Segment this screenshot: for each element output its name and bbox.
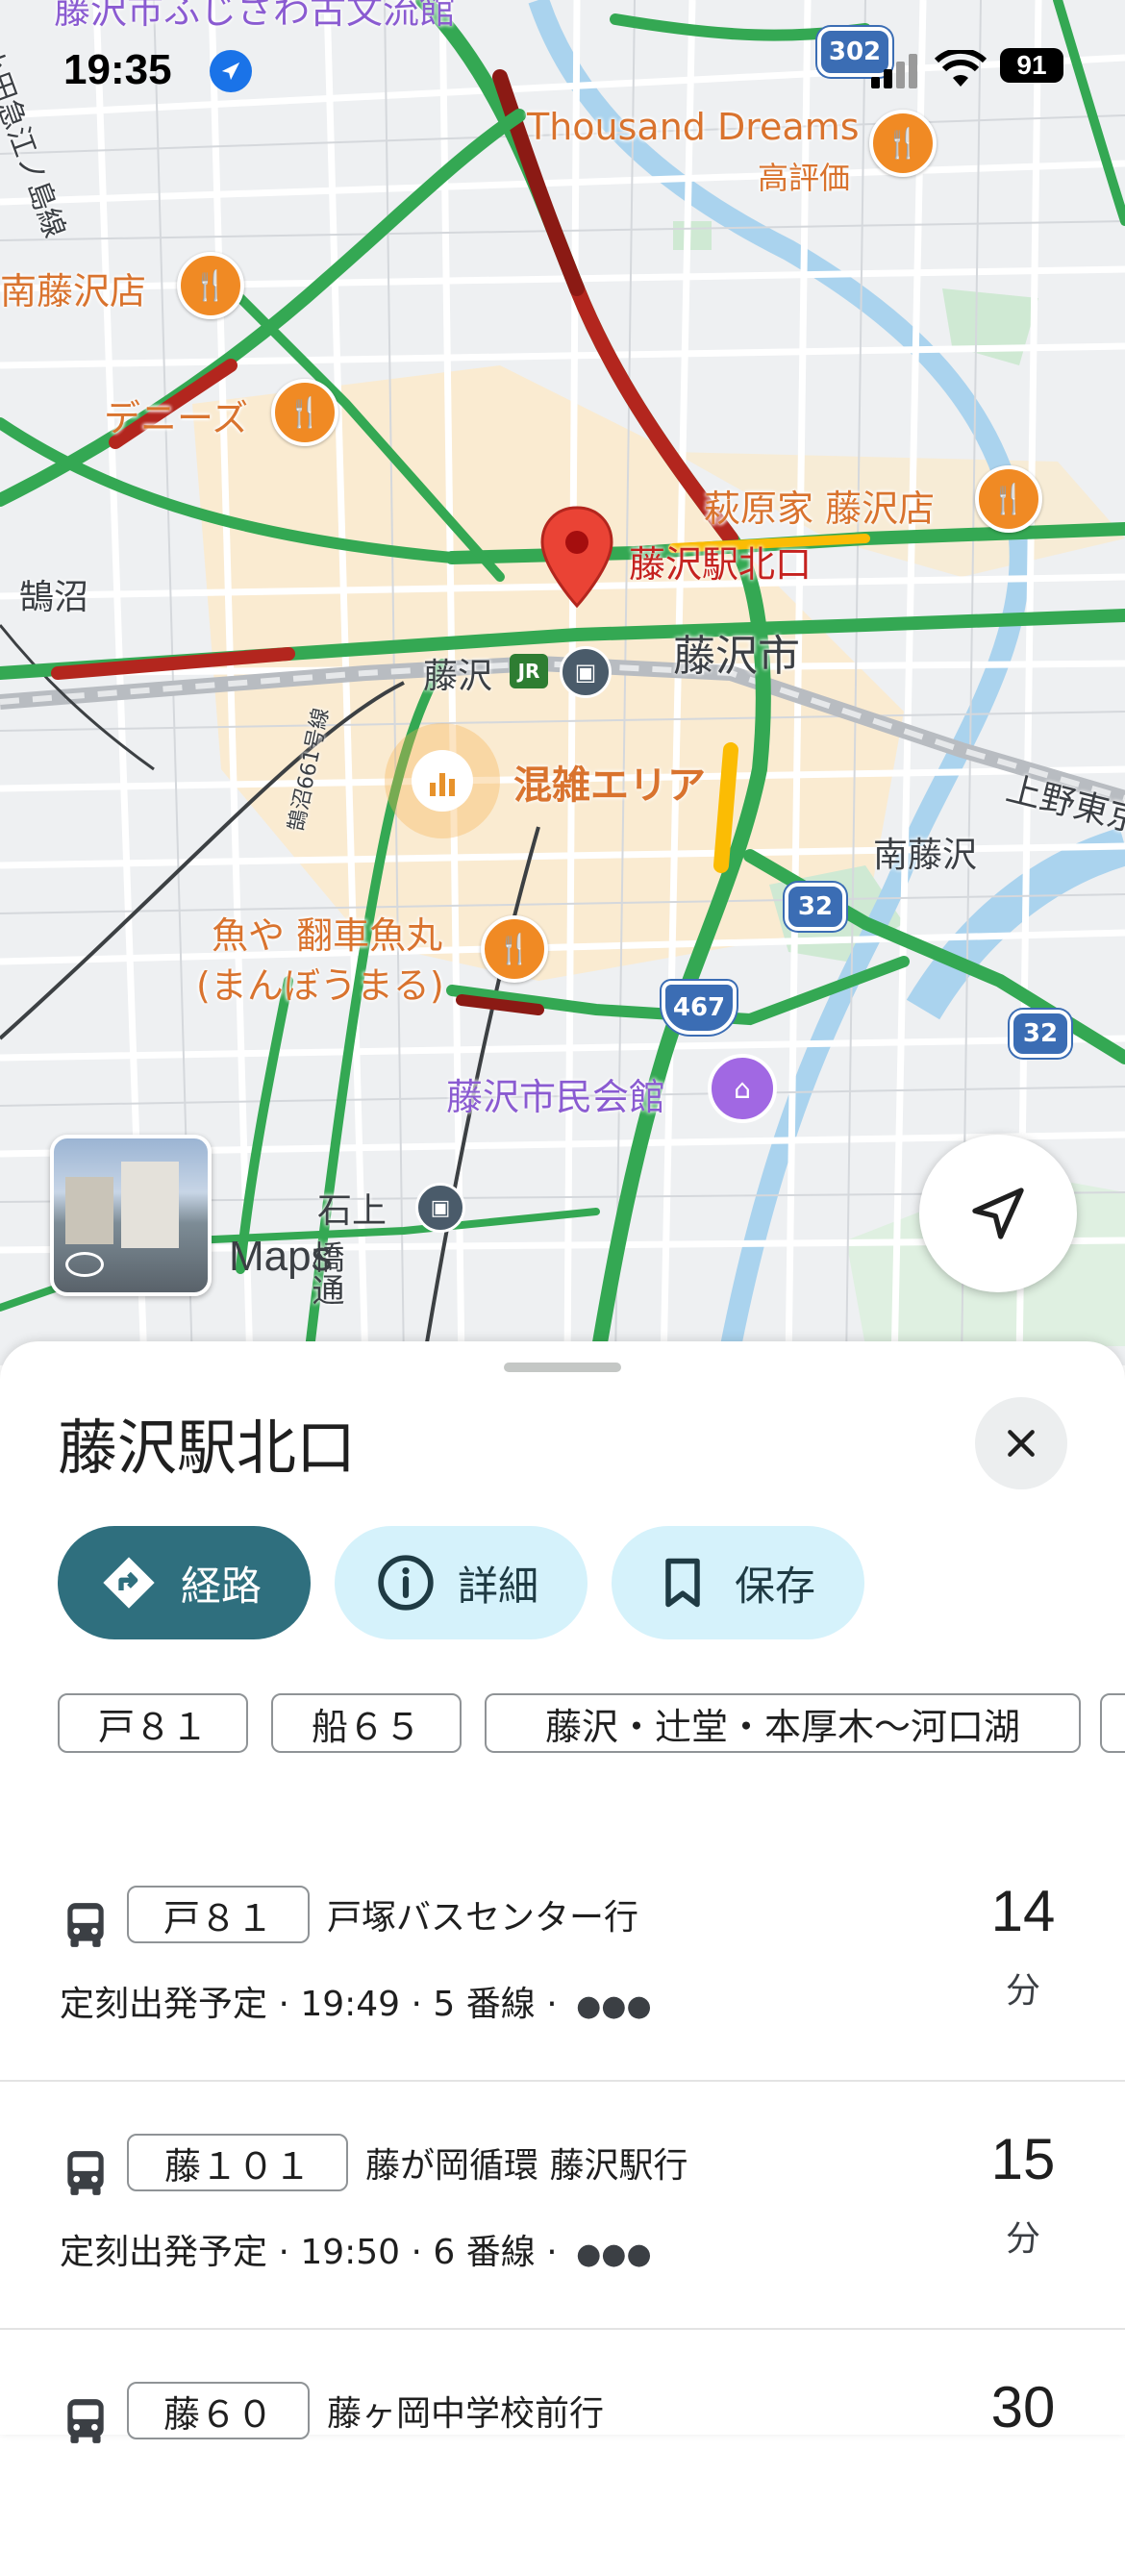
route-badge: 藤６０ [127,2382,310,2439]
restaurant-icon[interactable]: 🍴 [481,915,548,983]
map-label-kugenuma: 鵠沼 [19,578,89,617]
map-label-ogiwaraya[interactable]: 萩原家 藤沢店 [704,479,935,532]
route-chip[interactable]: 戸８１ [58,1693,248,1753]
route-chip[interactable]: 藤沢・辻堂・本厚木〜河口湖 [485,1693,1081,1753]
street-view-thumbnail[interactable] [50,1135,212,1296]
route-chip-overflow[interactable] [1100,1693,1125,1753]
departure-row[interactable]: 藤６０ 藤ヶ岡中学校前行 30 [0,2328,1125,2576]
bus-icon [67,2399,104,2443]
street-view-rotate-icon [65,1252,104,1277]
map-label-rating: 高評価 [758,160,851,196]
departure-row[interactable]: 藤１０１ 藤が岡循環 藤沢駅行 定刻出発予定 · 19:50 · 6 番線 · … [0,2080,1125,2330]
crowd-icon[interactable] [385,723,500,838]
bus-icon [67,2151,104,2195]
minutes-until-departure: 15 [990,2127,1056,2191]
destination: 藤が岡循環 藤沢駅行 [365,2146,688,2186]
route-32-shield: 32 [1010,1010,1071,1058]
map-label-uoya-reading: (まんぼうまる) [196,964,444,1007]
status-time: 19:35 [63,46,172,93]
map-label-north-exit[interactable]: 藤沢駅北口 [629,535,812,588]
map-label-dennys[interactable]: デニーズ [104,388,248,441]
place-title: 藤沢駅北口 [58,1413,357,1483]
battery-indicator: 91 [1000,48,1063,83]
close-icon [1008,1430,1035,1457]
maps-watermark: Maps [229,1233,333,1280]
route-badge: 藤１０１ [127,2134,348,2191]
sheet-grabber[interactable] [504,1363,621,1372]
map-label-minami-fujisawa: 南藤沢 [873,836,978,875]
map-label-ishigami: 石上 [317,1191,388,1231]
map-label-fujisawa-station[interactable]: 藤沢 [423,648,492,698]
wifi-icon [935,50,987,87]
info-icon [367,1553,444,1613]
selected-place-pin-icon[interactable] [538,504,615,610]
details-label: 詳細 [458,1562,539,1610]
map-view[interactable]: 藤沢市ふじさわ古文流館 Thousand Dreams 高評価 🍴 南藤沢店 🍴… [0,0,1125,1365]
navigation-arrow-icon [972,1188,1024,1239]
minutes-unit: 分 [1005,2219,1040,2259]
directions-label: 経路 [181,1562,262,1610]
bus-stop-icon[interactable]: ▣ [415,1183,465,1233]
status-bar: 19:35 91 [0,0,1125,144]
restaurant-icon[interactable]: 🍴 [271,379,338,446]
map-label-crowded-area[interactable]: 混雑エリア [513,754,706,810]
place-bottom-sheet[interactable]: 藤沢駅北口 経路 詳細 保存 戸８１ 船６５ 藤沢・辻堂・本厚木〜河口湖 戸８１… [0,1341,1125,2443]
restaurant-icon[interactable]: 🍴 [177,252,244,319]
restaurant-icon[interactable]: 🍴 [975,465,1042,533]
map-label-fujisawa-city: 藤沢市 [673,632,800,681]
route-badge: 戸８１ [127,1886,310,1943]
location-services-icon [210,50,252,92]
directions-icon [90,1552,167,1613]
route-chip[interactable]: 船６５ [271,1693,462,1753]
minutes-until-departure: 30 [990,2375,1056,2439]
station-icon[interactable]: ▣ [560,646,612,698]
departure-row[interactable]: 戸８１ 戸塚バスセンター行 定刻出発予定 · 19:49 · 5 番線 · ●●… [0,1832,1125,2082]
save-button[interactable]: 保存 [612,1526,864,1639]
map-label-uoya[interactable]: 魚や 翻車魚丸 [212,906,442,959]
crowd-level-icon: ●●● [576,2238,652,2271]
directions-button[interactable]: 経路 [58,1526,311,1639]
my-location-button[interactable] [919,1135,1077,1292]
bus-icon [67,1903,104,1947]
map-label-minami-fujisawa-store[interactable]: 南藤沢店 [0,262,146,314]
map-label-civic-hall[interactable]: 藤沢市民会館 [446,1067,665,1120]
bookmark-icon [644,1554,721,1612]
route-467-shield: 467 [662,981,737,1035]
civic-hall-icon[interactable]: ⌂ [708,1054,777,1123]
cellular-signal-icon [871,54,917,88]
minutes-until-departure: 14 [990,1879,1056,1943]
departure-info: 定刻出発予定 · 19:49 · 5 番線 · ●●● [60,1985,652,2024]
destination: 藤ヶ岡中学校前行 [327,2394,605,2434]
crowd-level-icon: ●●● [576,1989,652,2023]
destination: 戸塚バスセンター行 [327,1898,639,1938]
save-label: 保存 [735,1562,816,1610]
details-button[interactable]: 詳細 [335,1526,588,1639]
jr-icon: JR [510,654,548,688]
minutes-unit: 分 [1005,1971,1040,2011]
close-button[interactable] [975,1397,1067,1489]
route-32-shield: 32 [785,883,846,931]
departure-info: 定刻出発予定 · 19:50 · 6 番線 · ●●● [60,2233,652,2272]
